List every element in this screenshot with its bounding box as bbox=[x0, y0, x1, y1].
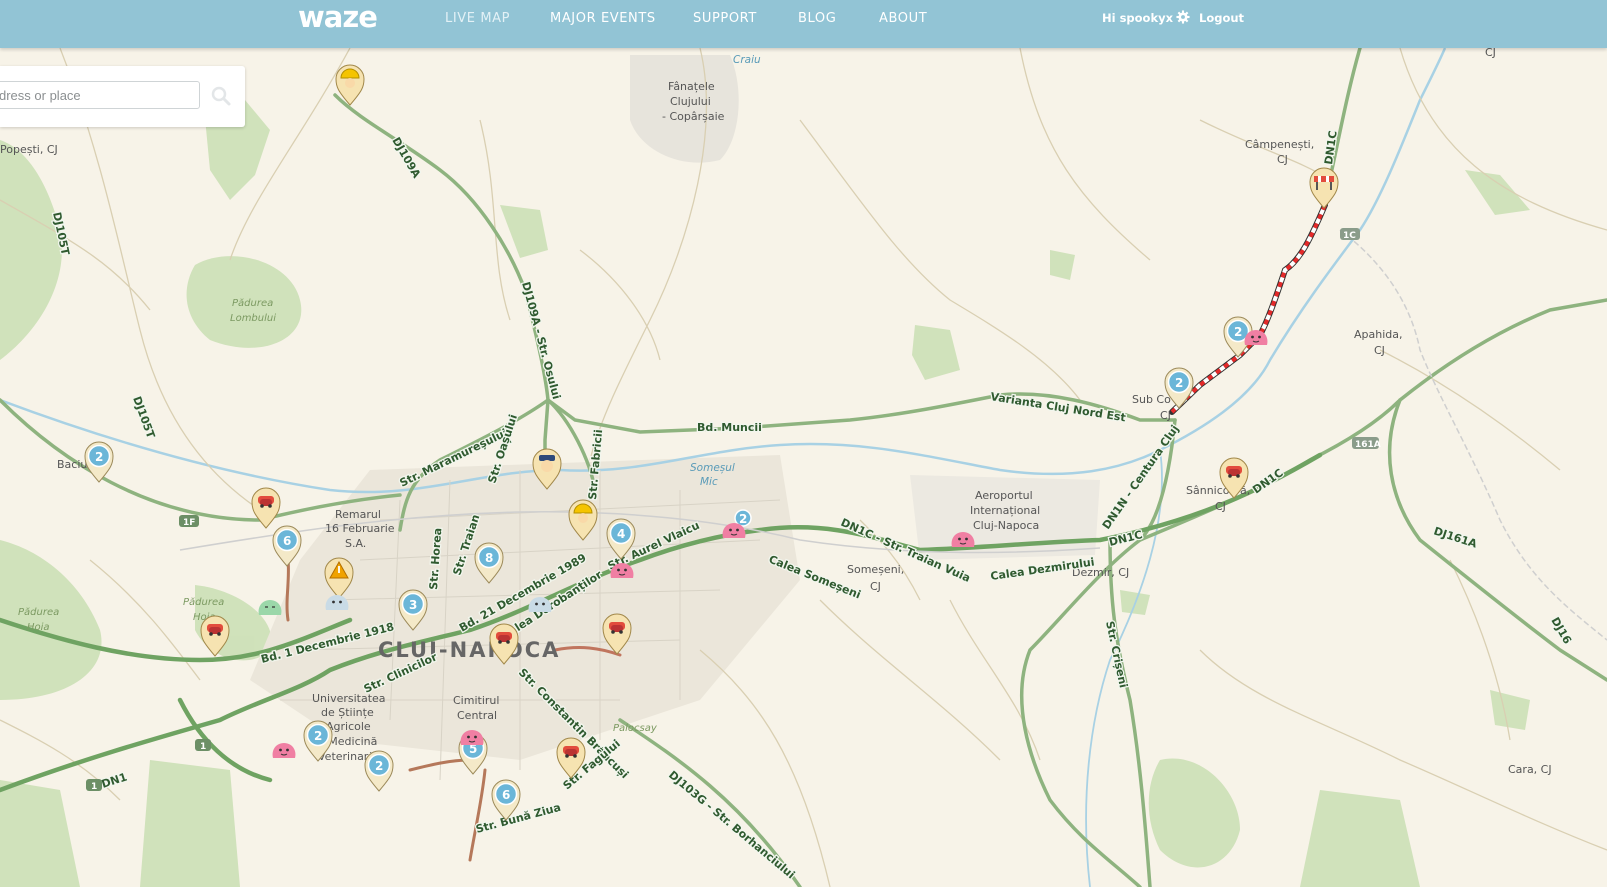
gear-icon[interactable] bbox=[1176, 10, 1190, 24]
road-label: Bd. Muncii bbox=[697, 421, 762, 434]
svg-text:Pădurea: Pădurea bbox=[183, 597, 224, 608]
road-shield: 1C bbox=[1340, 228, 1360, 241]
place-label: CJ bbox=[1485, 48, 1496, 59]
svg-text:161A: 161A bbox=[1355, 440, 1381, 450]
svg-text:Sânnico: Sânnico bbox=[1186, 484, 1230, 497]
svg-text:Someșul: Someșul bbox=[690, 462, 735, 474]
svg-text:Clujului: Clujului bbox=[670, 95, 711, 108]
park-label: Palocsay bbox=[613, 723, 658, 734]
place-label: Cara, CJ bbox=[1508, 763, 1552, 776]
place-label: Aeroportul Internațional Cluj-Napoca bbox=[970, 489, 1040, 532]
svg-text:Pădurea: Pădurea bbox=[232, 298, 273, 309]
road-shield: 161A bbox=[1352, 437, 1381, 450]
svg-text:Cimitirul: Cimitirul bbox=[453, 694, 499, 707]
svg-text:CJ: CJ bbox=[1160, 409, 1171, 422]
waze-logo[interactable]: waze bbox=[298, 0, 378, 36]
city-label: CLUJ-NAPOCA bbox=[378, 638, 560, 662]
svg-text:Apahida,: Apahida, bbox=[1354, 328, 1403, 341]
road-shield: 1 bbox=[195, 739, 211, 752]
place-label: Popești, CJ bbox=[0, 143, 58, 156]
svg-text:- Copârșaie: - Copârșaie bbox=[662, 110, 725, 123]
svg-text:Mic: Mic bbox=[700, 476, 718, 488]
svg-text:CJ: CJ bbox=[1215, 500, 1226, 513]
top-navigation-bar: waze LIVE MAP MAJOR EVENTS SUPPORT BLOG … bbox=[0, 0, 1607, 48]
svg-text:Remarul: Remarul bbox=[335, 508, 381, 521]
svg-text:Sub Co: Sub Co bbox=[1132, 393, 1171, 406]
svg-text:Central: Central bbox=[457, 709, 497, 722]
road-shield: 1F bbox=[179, 515, 199, 528]
place-label: Baciu bbox=[57, 458, 87, 471]
search-icon[interactable] bbox=[210, 85, 232, 107]
road-shield: 1 bbox=[86, 779, 102, 792]
svg-text:2: 2 bbox=[375, 759, 383, 773]
svg-text:Aeroportul: Aeroportul bbox=[975, 489, 1033, 502]
svg-text:Câmpenești,: Câmpenești, bbox=[1245, 138, 1314, 151]
svg-text:4: 4 bbox=[617, 527, 625, 541]
nav-major-events[interactable]: MAJOR EVENTS bbox=[550, 11, 656, 26]
svg-text:2: 2 bbox=[314, 729, 322, 743]
live-map[interactable]: Craiu Fânațele Clujului - Copârșaie CJ P… bbox=[0, 48, 1607, 887]
svg-text:6: 6 bbox=[283, 534, 291, 548]
svg-text:2: 2 bbox=[1175, 376, 1183, 390]
svg-text:Internațional: Internațional bbox=[970, 504, 1040, 517]
nav-about[interactable]: ABOUT bbox=[879, 11, 927, 26]
svg-text:2: 2 bbox=[95, 450, 103, 464]
svg-text:Cluj-Napoca: Cluj-Napoca bbox=[973, 519, 1039, 532]
svg-text:1C: 1C bbox=[1343, 231, 1356, 241]
nav-live-map[interactable]: LIVE MAP bbox=[445, 11, 510, 26]
svg-text:Fânațele: Fânațele bbox=[668, 80, 715, 93]
svg-text:3: 3 bbox=[409, 598, 417, 612]
svg-text:Universitatea: Universitatea bbox=[312, 692, 386, 705]
svg-text:1: 1 bbox=[200, 742, 206, 752]
nav-blog[interactable]: BLOG bbox=[798, 11, 836, 26]
svg-text:Hoia: Hoia bbox=[27, 622, 50, 633]
search-input[interactable] bbox=[0, 81, 200, 109]
search-panel bbox=[0, 66, 245, 127]
place-label: Craiu bbox=[733, 54, 761, 66]
svg-text:16 Februarie: 16 Februarie bbox=[325, 522, 395, 535]
svg-text:Agricole: Agricole bbox=[326, 720, 371, 733]
svg-text:Someșeni,: Someșeni, bbox=[847, 563, 904, 576]
svg-text:2: 2 bbox=[739, 512, 747, 526]
svg-text:CJ: CJ bbox=[870, 580, 881, 593]
svg-text:Pădurea: Pădurea bbox=[18, 607, 59, 618]
user-greeting: Hi spookyx bbox=[1102, 11, 1174, 25]
svg-text:S.A.: S.A. bbox=[345, 537, 366, 550]
svg-text:8: 8 bbox=[485, 551, 493, 565]
svg-text:Lombului: Lombului bbox=[230, 313, 276, 324]
svg-text:1F: 1F bbox=[183, 518, 195, 528]
logout-link[interactable]: Logout bbox=[1199, 11, 1244, 25]
svg-text:CJ: CJ bbox=[1277, 153, 1288, 166]
svg-text:2: 2 bbox=[1234, 325, 1242, 339]
svg-text:CJ: CJ bbox=[1374, 344, 1385, 357]
nav-support[interactable]: SUPPORT bbox=[693, 11, 757, 26]
svg-text:1: 1 bbox=[91, 782, 97, 792]
svg-text:de Științe: de Științe bbox=[321, 706, 374, 719]
svg-text:6: 6 bbox=[502, 788, 510, 802]
